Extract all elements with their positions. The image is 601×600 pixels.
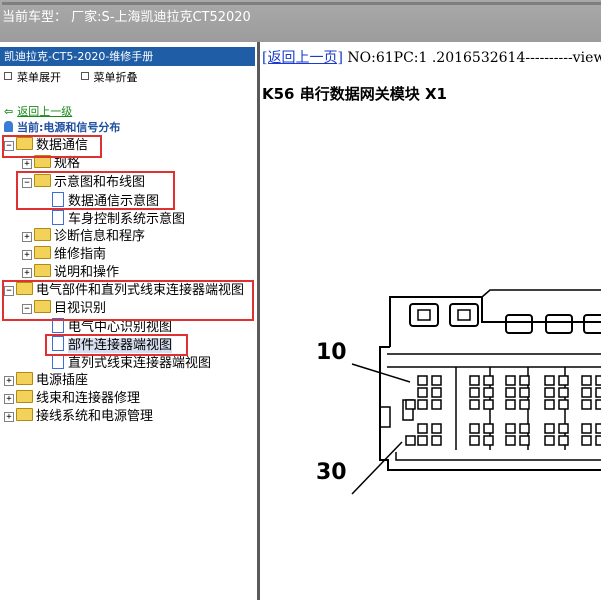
tree-node-inline-connector-view[interactable]: 直列式线束连接器端视图 bbox=[52, 354, 211, 372]
tree-node-label: 电源插座 bbox=[36, 373, 89, 388]
tree-node-repair-guide[interactable]: + 维修指南 bbox=[22, 246, 106, 263]
menu-toggle-row: 菜单展开 菜单折叠 bbox=[4, 69, 154, 85]
tree-node-label: 电气中心识别视图 bbox=[68, 320, 173, 335]
document-icon bbox=[52, 210, 64, 225]
back-arrow-icon: ⇦ bbox=[4, 105, 14, 118]
expand-toggle-icon[interactable]: + bbox=[4, 394, 14, 404]
tree-node-label: 车身控制系统示意图 bbox=[68, 212, 186, 227]
expand-toggle-icon[interactable]: + bbox=[22, 159, 32, 169]
title-bar-strip bbox=[2, 2, 601, 5]
sidebar-back-label: 返回上一级 bbox=[17, 105, 73, 118]
highlight-box bbox=[2, 135, 102, 158]
content-pane: [返回上一页] NO:61PC:1 .2016532614----------v… bbox=[260, 42, 601, 600]
folder-icon bbox=[16, 408, 33, 421]
tree-node-harness-repair[interactable]: + 线束和连接器修理 bbox=[4, 390, 140, 407]
expand-toggle-icon[interactable]: + bbox=[4, 376, 14, 386]
folder-icon bbox=[34, 228, 51, 241]
menu-expand-label: 菜单展开 bbox=[17, 71, 61, 84]
pin-callout-top: 10 bbox=[316, 340, 347, 365]
folder-icon bbox=[34, 264, 51, 277]
current-location: 当前:电源和信号分布 bbox=[4, 119, 120, 135]
expand-toggle-icon[interactable]: + bbox=[22, 268, 32, 278]
menu-collapse-label: 菜单折叠 bbox=[93, 71, 138, 84]
tree-node-wiring-power-management[interactable]: + 接线系统和电源管理 bbox=[4, 408, 153, 425]
folder-icon bbox=[16, 390, 33, 403]
tree-node-label: 规格 bbox=[54, 156, 81, 171]
tree-node-instructions[interactable]: + 说明和操作 bbox=[22, 264, 119, 281]
connector-diagram bbox=[351, 289, 601, 495]
tree-node-label: 说明和操作 bbox=[54, 265, 120, 280]
collapse-icon bbox=[80, 72, 89, 80]
tree-node-power-outlet[interactable]: + 电源插座 bbox=[4, 372, 88, 389]
title-bar: 当前车型： 厂家:S-上海凯迪拉克CT52020 bbox=[0, 0, 601, 42]
tree-node-label: 线束和连接器修理 bbox=[36, 391, 141, 406]
pin-callout-bottom: 30 bbox=[316, 460, 347, 485]
highlight-box bbox=[45, 334, 188, 356]
expand-icon bbox=[4, 72, 12, 80]
person-icon bbox=[4, 121, 13, 132]
tree-node-body-control-schematic[interactable]: 车身控制系统示意图 bbox=[52, 210, 185, 228]
expand-toggle-icon[interactable]: + bbox=[4, 412, 14, 422]
folder-icon bbox=[16, 372, 33, 385]
sidebar-header: 凯迪拉克-CT5-2020-维修手册 bbox=[0, 47, 255, 66]
current-location-label: 当前:电源和信号分布 bbox=[17, 121, 121, 134]
tree-node-label: 维修指南 bbox=[54, 247, 107, 262]
tree-node-label: 诊断信息和程序 bbox=[54, 229, 146, 244]
expand-toggle-icon[interactable]: + bbox=[22, 250, 32, 260]
sidebar-back-link[interactable]: ⇦ 返回上一级 bbox=[4, 103, 72, 119]
tree-node-label: 接线系统和电源管理 bbox=[36, 409, 154, 424]
tree-node-diagnostics[interactable]: + 诊断信息和程序 bbox=[22, 228, 145, 245]
expand-toggle-icon[interactable]: + bbox=[22, 232, 32, 242]
highlight-box bbox=[2, 280, 254, 321]
highlight-box bbox=[16, 171, 175, 210]
document-icon bbox=[52, 354, 64, 369]
menu-expand-button[interactable]: 菜单展开 bbox=[4, 71, 61, 84]
folder-icon bbox=[34, 246, 51, 259]
tree-node-label: 直列式线束连接器端视图 bbox=[68, 356, 212, 371]
menu-collapse-button[interactable]: 菜单折叠 bbox=[80, 71, 138, 84]
vehicle-title: 当前车型： 厂家:S-上海凯迪拉克CT52020 bbox=[2, 10, 251, 25]
